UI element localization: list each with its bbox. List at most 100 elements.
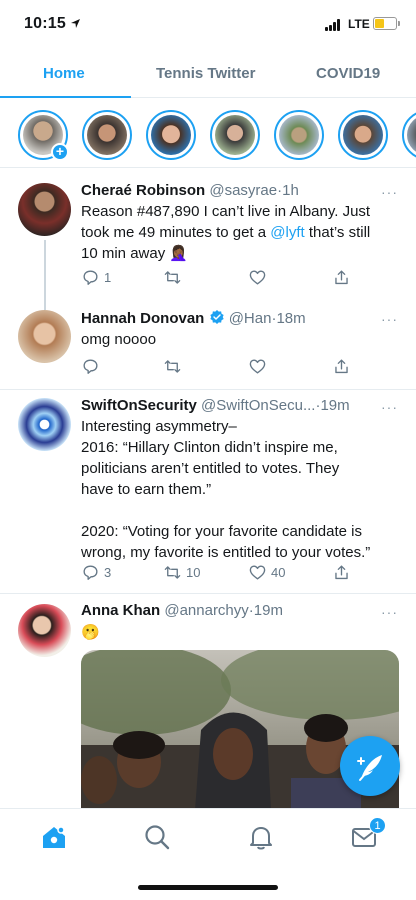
avatar[interactable] (18, 183, 71, 236)
add-fleet-icon[interactable]: + (51, 143, 69, 161)
like-count: 40 (271, 564, 286, 580)
fleets-row: + (0, 100, 416, 168)
tweet-text: Interesting asymmetry– 2016: “Hillary Cl… (81, 416, 401, 563)
reply-icon (83, 564, 98, 580)
reply-icon (83, 358, 98, 374)
retweet-button[interactable]: 10 (163, 562, 200, 582)
share-icon (335, 358, 348, 373)
thread-line (44, 240, 46, 310)
author-name[interactable]: Cheraé Robinson (81, 182, 205, 199)
tweet-time[interactable]: 1h (282, 182, 299, 199)
tweet-text: 🫢 (81, 622, 401, 643)
more-options-icon[interactable]: ··· (381, 604, 398, 620)
cellular-signal-icon (325, 19, 342, 31)
nav-notifications[interactable] (247, 823, 275, 851)
tweet-actions: 1 (81, 267, 371, 287)
author-handle[interactable]: @Han (229, 310, 272, 327)
more-options-icon[interactable]: ··· (381, 311, 398, 327)
nav-messages[interactable]: 1 (350, 817, 386, 851)
tab-tennis-twitter[interactable]: Tennis Twitter (156, 65, 255, 82)
tweet-text-line: politicians aren’t entitled to votes. Th… (81, 460, 340, 477)
tweet-actions (81, 356, 371, 376)
tweet[interactable]: SwiftOnSecurity @SwiftOnSecu...·19m ··· … (0, 390, 416, 594)
like-button[interactable] (248, 356, 271, 376)
tweet[interactable]: Cheraé Robinson @sasyrae·1h ··· Reason #… (0, 168, 416, 310)
tweet-text-line: 2020: “Voting for your favorite candidat… (81, 523, 363, 540)
search-icon (145, 825, 170, 850)
tweet-header: Cheraé Robinson @sasyrae·1h (81, 182, 396, 199)
author-handle[interactable]: @sasyrae (209, 182, 277, 199)
fleet-user[interactable] (338, 110, 388, 160)
tab-covid19[interactable]: COVID19 (316, 65, 380, 82)
tab-home[interactable]: Home (43, 65, 85, 82)
tweet-text-fragment: took me 49 minutes to get a (81, 224, 271, 241)
tweet-text-line: have to earn them.” (81, 481, 212, 498)
author-handle[interactable]: @annarchyy (164, 602, 248, 619)
tweet-text: omg noooo (81, 329, 401, 350)
retweet-button[interactable] (163, 267, 186, 287)
share-button[interactable] (332, 562, 351, 582)
timeline-tabs: Home Tennis Twitter COVID19 (0, 50, 416, 98)
home-icon (43, 826, 65, 848)
author-name[interactable]: SwiftOnSecurity (81, 397, 197, 414)
reply-icon (83, 269, 98, 285)
tweet[interactable]: Hannah Donovan @Han·18m ··· omg noooo (0, 302, 416, 390)
share-button[interactable] (332, 356, 351, 376)
reply-button[interactable]: 1 (81, 267, 111, 287)
status-bar: 10:15 LTE (0, 0, 416, 50)
author-name[interactable]: Hannah Donovan (81, 310, 204, 327)
status-time: 10:15 (24, 15, 66, 32)
share-button[interactable] (332, 267, 351, 287)
battery-icon (373, 17, 400, 30)
like-button[interactable] (248, 267, 271, 287)
reply-button[interactable] (81, 356, 104, 376)
avatar[interactable] (18, 310, 71, 363)
author-handle[interactable]: @SwiftOnSecu... (201, 397, 315, 414)
tweet-text-line: wrong, my favorite is entitled to your v… (81, 544, 371, 561)
reply-count: 1 (104, 269, 112, 285)
share-icon (335, 564, 348, 579)
tweet-header: SwiftOnSecurity @SwiftOnSecu...·19m (81, 397, 396, 414)
fleet-user[interactable] (274, 110, 324, 160)
fleet-user[interactable] (82, 110, 132, 160)
more-options-icon[interactable]: ··· (381, 399, 398, 415)
nav-search[interactable] (143, 823, 171, 851)
bottom-navigation: 1 (0, 808, 416, 900)
author-name[interactable]: Anna Khan (81, 602, 160, 619)
network-type: LTE (348, 17, 370, 31)
home-indicator (138, 885, 278, 890)
tweet-time[interactable]: 19m (320, 397, 349, 414)
tweet-text-line: Reason #487,890 I can’t live in Albany. … (81, 203, 371, 220)
tweet-text: Reason #487,890 I can’t live in Albany. … (81, 201, 401, 264)
retweet-icon (164, 270, 181, 284)
heart-icon (249, 269, 266, 285)
retweet-icon (164, 565, 181, 579)
heart-icon (249, 358, 266, 374)
bell-icon (250, 827, 272, 850)
fleet-user[interactable] (402, 110, 416, 160)
compose-feather-icon (357, 755, 382, 781)
tweet-text-line: took me 49 minutes to get a @lyft that’s… (81, 222, 401, 243)
share-icon (335, 269, 348, 284)
tweet-text-line: 10 min away 🤦🏾‍♀️ (81, 245, 189, 262)
tweet-time[interactable]: 19m (254, 602, 283, 619)
tweet-time[interactable]: 18m (276, 310, 305, 327)
like-button[interactable]: 40 (248, 562, 285, 582)
fleet-user[interactable] (210, 110, 260, 160)
tweet-header: Anna Khan @annarchyy·19m (81, 602, 396, 619)
more-options-icon[interactable]: ··· (381, 184, 398, 200)
avatar[interactable] (18, 398, 71, 451)
tweet-text-fragment: that’s still (304, 224, 371, 241)
retweet-count: 10 (186, 564, 201, 580)
compose-tweet-button[interactable] (340, 736, 400, 796)
tweet-actions: 3 10 40 (81, 562, 371, 582)
nav-home[interactable] (40, 823, 68, 851)
mention-link[interactable]: @lyft (270, 224, 304, 241)
avatar[interactable] (18, 604, 71, 657)
fleet-own[interactable]: + (18, 110, 69, 161)
active-tab-indicator (0, 96, 131, 98)
tweet-text-line: 🫢 (81, 624, 100, 641)
fleet-user[interactable] (146, 110, 196, 160)
reply-button[interactable]: 3 (81, 562, 111, 582)
retweet-button[interactable] (163, 356, 186, 376)
